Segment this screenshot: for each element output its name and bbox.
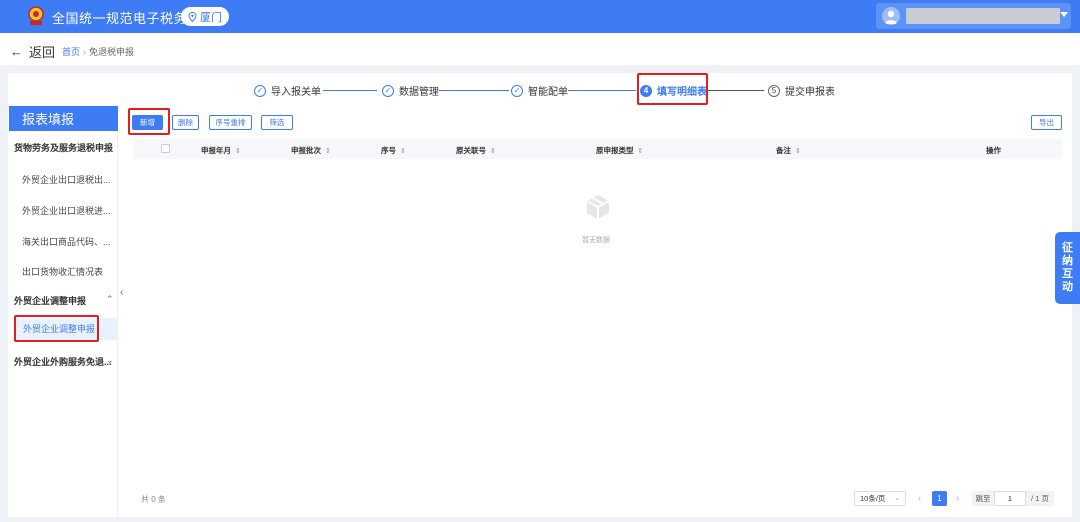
- step-label: 智能配单: [528, 87, 568, 98]
- breadcrumb-current: 免退税申报: [89, 47, 135, 57]
- app-title: 全国统一规范电子税务局: [52, 11, 201, 26]
- sort-icon: ⇕: [400, 148, 406, 155]
- group-label: 货物劳务及服务退税申报: [14, 143, 114, 153]
- column-header[interactable]: 原关联号 ⇕: [456, 145, 496, 156]
- page-size-select[interactable]: 10条/页 ⌄: [854, 491, 906, 506]
- chevron-up-icon: ⌃: [106, 294, 114, 304]
- sidebar-item[interactable]: 出口货物收汇情况表: [22, 265, 103, 278]
- total-count: 共 0 条: [141, 495, 166, 504]
- step-progress: ✓ 导入报关单 ✓ 数据管理 ✓ 智能配单 4 填写明细表 5 提交申报表: [8, 73, 1072, 105]
- location-pin-icon: [188, 11, 197, 22]
- next-page-icon[interactable]: ›: [956, 493, 959, 503]
- sidebar-item[interactable]: 海关出口商品代码、...: [22, 235, 111, 248]
- sidebar: 报表填报 货物劳务及服务退税申报 ⌃ 外贸企业出口退税出... 外贸企业出口退税…: [8, 106, 118, 517]
- chevron-down-icon: ⌄: [106, 355, 114, 365]
- step-number-badge: 5: [768, 84, 780, 97]
- sidebar-group-purchase[interactable]: 外贸企业外购服务免退... ⌄: [14, 355, 118, 368]
- prev-page-icon[interactable]: ‹: [918, 493, 921, 503]
- breadcrumb: 首页 › 免退税申报: [62, 45, 134, 58]
- step-connector: [323, 90, 377, 91]
- highlight-box: [637, 73, 708, 105]
- column-header[interactable]: 序号 ⇕: [381, 145, 406, 156]
- breadcrumb-home[interactable]: 首页: [62, 47, 80, 57]
- delete-button[interactable]: 删除: [172, 115, 199, 130]
- tab-char: 互: [1062, 268, 1073, 280]
- check-circle-icon: ✓: [382, 84, 394, 97]
- page-size-value: 10条/页: [860, 494, 886, 503]
- select-all-checkbox[interactable]: [161, 144, 170, 153]
- sidebar-group-adjust[interactable]: 外贸企业调整申报 ⌃: [14, 294, 114, 307]
- breadcrumb-row: ← 返回 首页 › 免退税申报: [0, 33, 1080, 65]
- user-menu[interactable]: [876, 3, 1071, 29]
- jump-label: 跳至: [972, 491, 994, 506]
- group-label: 外贸企业外购服务免退...: [14, 357, 112, 367]
- sidebar-title: 报表填报: [9, 106, 118, 131]
- total-pages: / 1 页: [1026, 491, 1054, 506]
- city-selector[interactable]: 厦门: [181, 7, 229, 26]
- chevron-down-icon: ⌄: [894, 495, 900, 502]
- chevron-right-icon: ›: [83, 47, 87, 57]
- tab-char: 征: [1062, 242, 1073, 254]
- back-button[interactable]: ← 返回: [10, 42, 55, 61]
- step-submit[interactable]: 5 提交申报表: [768, 83, 835, 98]
- current-page[interactable]: 1: [932, 491, 947, 506]
- empty-state-text: 暂无数据: [582, 237, 610, 244]
- collapse-sidebar-icon[interactable]: ‹: [120, 287, 123, 298]
- step-label: 数据管理: [399, 87, 439, 98]
- check-circle-icon: ✓: [511, 84, 523, 97]
- step-connector: [708, 90, 764, 91]
- sidebar-group-goods[interactable]: 货物劳务及服务退税申报 ⌃: [14, 141, 114, 154]
- highlight-box: [14, 315, 99, 342]
- highlight-box: [128, 108, 170, 135]
- step-connector: [439, 90, 509, 91]
- sort-icon: ⇕: [325, 148, 331, 155]
- tax-emblem-icon: [28, 6, 44, 25]
- column-header-actions: 操作: [986, 146, 1001, 155]
- sort-icon: ⇕: [637, 148, 644, 155]
- sort-icon: ⇕: [795, 148, 801, 155]
- column-header[interactable]: 申报年月 ⇕: [201, 145, 241, 156]
- filter-button[interactable]: 筛选: [261, 115, 293, 130]
- arrow-left-icon: ←: [10, 44, 23, 59]
- reorder-button[interactable]: 序号重排: [209, 115, 252, 130]
- city-label: 厦门: [200, 11, 222, 24]
- tab-char: 动: [1062, 281, 1073, 293]
- tab-char: 纳: [1062, 255, 1073, 267]
- step-smart-match[interactable]: ✓ 智能配单: [511, 83, 568, 98]
- sort-icon: ⇕: [235, 148, 241, 155]
- top-bar: 全国统一规范电子税务局 厦门: [0, 0, 1080, 33]
- chevron-up-icon: ⌃: [106, 141, 114, 151]
- step-data-manage[interactable]: ✓ 数据管理: [382, 83, 439, 98]
- jump-page-input[interactable]: [994, 491, 1026, 506]
- sidebar-item[interactable]: 外贸企业出口退税进...: [22, 204, 111, 217]
- sort-icon: ⇕: [490, 148, 496, 155]
- step-label: 提交申报表: [785, 87, 835, 98]
- step-label: 导入报关单: [271, 87, 321, 98]
- back-label: 返回: [29, 45, 56, 60]
- user-name-redacted: [906, 8, 1060, 24]
- step-connector: [568, 90, 636, 91]
- group-label: 外贸企业调整申报: [14, 296, 87, 306]
- interaction-float-tab[interactable]: 征 纳 互 动: [1055, 232, 1080, 304]
- main-card: ✓ 导入报关单 ✓ 数据管理 ✓ 智能配单 4 填写明细表 5 提交申报表 报表…: [8, 73, 1072, 517]
- step-import[interactable]: ✓ 导入报关单: [254, 83, 321, 98]
- column-header[interactable]: 备注 ⇕: [776, 145, 801, 156]
- avatar: [882, 7, 900, 25]
- table-header: 申报年月 ⇕ 申报批次 ⇕ 序号 ⇕ 原关联号 ⇕ 原申报类型 ⇕ 备注 ⇕ 操作: [134, 139, 1062, 159]
- column-header[interactable]: 申报批次 ⇕: [291, 145, 331, 156]
- column-header[interactable]: 原申报类型 ⇕: [596, 145, 643, 156]
- check-circle-icon: ✓: [254, 84, 266, 97]
- empty-box-icon: [586, 195, 610, 219]
- sidebar-item[interactable]: 外贸企业出口退税出...: [22, 173, 111, 186]
- export-button[interactable]: 导出: [1031, 115, 1062, 130]
- chevron-down-icon: [1060, 12, 1068, 17]
